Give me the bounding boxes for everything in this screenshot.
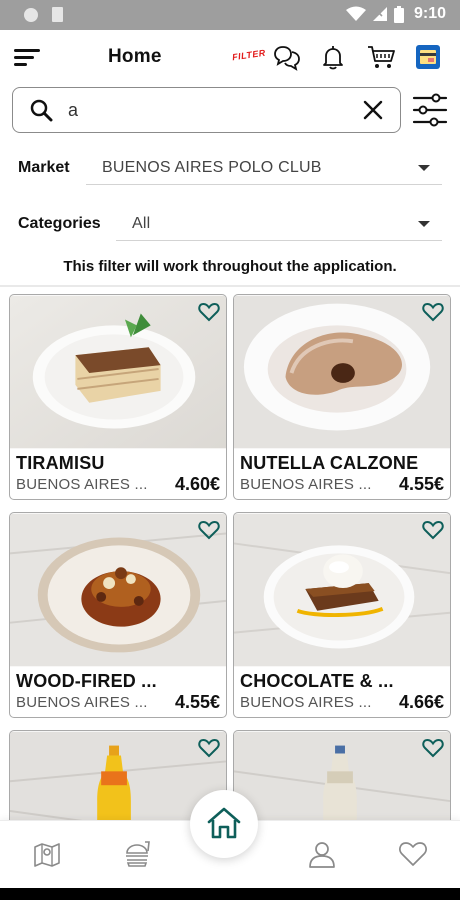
sim-card-icon — [52, 7, 63, 22]
notification-dot-icon — [24, 8, 38, 22]
wifi-icon — [345, 6, 366, 21]
product-location: BUENOS AIRES ... — [240, 694, 372, 711]
cart-icon[interactable] — [366, 43, 396, 71]
heart-icon[interactable] — [398, 839, 428, 869]
heart-icon[interactable] — [198, 520, 220, 540]
status-bar: 9:10 — [0, 0, 460, 30]
market-filter: Market BUENOS AIRES POLO CLUB — [18, 151, 442, 195]
heart-icon[interactable] — [422, 520, 444, 540]
product-name: TIRAMISU — [16, 453, 105, 473]
market-select[interactable]: BUENOS AIRES POLO CLUB — [86, 151, 442, 185]
heart-icon[interactable] — [198, 302, 220, 322]
product-price: 4.55€ — [398, 474, 444, 494]
product-image — [234, 513, 450, 667]
bell-icon[interactable] — [319, 43, 347, 71]
heart-icon[interactable] — [422, 738, 444, 758]
divider — [0, 285, 460, 287]
home-icon — [207, 807, 241, 839]
clock: 9:10 — [413, 5, 446, 22]
market-label: Market — [18, 159, 70, 176]
product-card[interactable]: NUTELLA CALZONE BUENOS AIRES ... 4.55€ — [233, 294, 451, 500]
filter-tag: FILTER — [231, 47, 267, 63]
search-bar — [12, 87, 401, 133]
product-card[interactable]: CHOCOLATE & ... BUENOS AIRES ... 4.66€ — [233, 512, 451, 718]
search-input[interactable] — [68, 97, 348, 123]
product-location: BUENOS AIRES ... — [16, 476, 148, 493]
heart-icon[interactable] — [422, 302, 444, 322]
product-card[interactable]: TIRAMISU BUENOS AIRES ... 4.60€ — [9, 294, 227, 500]
close-icon[interactable] — [362, 99, 384, 121]
menu-icon[interactable] — [13, 47, 41, 67]
wallet-icon[interactable] — [415, 44, 441, 70]
home-button[interactable] — [190, 790, 258, 858]
page-title: Home — [108, 46, 162, 67]
product-image — [234, 295, 450, 449]
map-icon[interactable] — [32, 839, 62, 869]
categories-label: Categories — [18, 215, 101, 232]
tune-icon[interactable] — [412, 93, 448, 127]
heart-icon[interactable] — [198, 738, 220, 758]
product-name: NUTELLA CALZONE — [240, 453, 419, 473]
user-icon[interactable] — [307, 839, 337, 869]
system-nav-bar — [0, 888, 460, 900]
product-image — [10, 513, 226, 667]
chevron-down-icon — [418, 221, 430, 227]
product-name: WOOD-FIRED ... — [16, 671, 157, 691]
product-card[interactable]: WOOD-FIRED ... BUENOS AIRES ... 4.55€ — [9, 512, 227, 718]
categories-select[interactable]: All — [116, 207, 442, 241]
product-location: BUENOS AIRES ... — [16, 694, 148, 711]
product-price: 4.60€ — [174, 474, 220, 494]
battery-icon — [393, 5, 404, 23]
filter-note: This filter will work throughout the app… — [63, 258, 397, 275]
product-name: CHOCOLATE & ... — [240, 671, 394, 691]
signal-icon — [372, 7, 387, 21]
app-bar: Home FILTER — [0, 30, 460, 84]
product-image — [10, 295, 226, 449]
market-value: BUENOS AIRES POLO CLUB — [102, 159, 322, 176]
food-icon[interactable] — [123, 839, 153, 869]
chevron-down-icon — [418, 165, 430, 171]
search-icon — [30, 99, 53, 122]
product-price: 4.66€ — [398, 692, 444, 712]
chat-icon[interactable] — [273, 43, 301, 71]
product-location: BUENOS AIRES ... — [240, 476, 372, 493]
categories-filter: Categories All — [18, 207, 442, 251]
categories-value: All — [132, 215, 151, 232]
product-price: 4.55€ — [174, 692, 220, 712]
